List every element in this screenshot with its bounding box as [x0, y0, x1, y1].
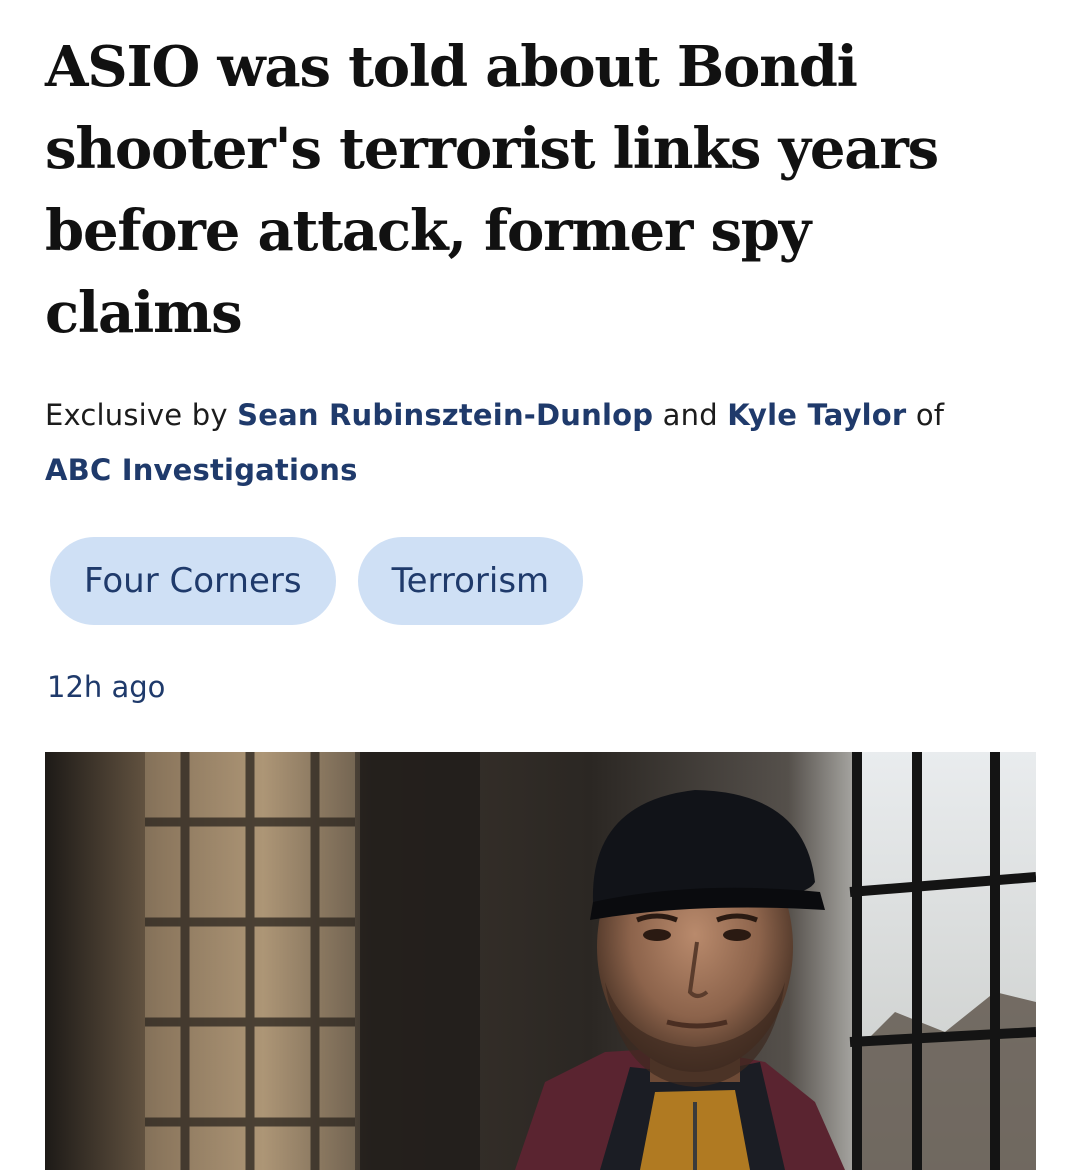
hero-image[interactable]: [45, 752, 1036, 1170]
tag-terrorism[interactable]: Terrorism: [357, 537, 584, 625]
byline-prefix: Exclusive by: [45, 398, 238, 432]
hero-photo-illustration: [45, 752, 1036, 1170]
author-link-sean[interactable]: Sean Rubinsztein-Dunlop: [237, 398, 653, 432]
topic-tags: Four Corners Terrorism: [50, 537, 584, 625]
byline-conjunction: and: [653, 398, 728, 432]
tag-four-corners[interactable]: Four Corners: [50, 537, 336, 625]
article-headline: ASIO was told about Bondi shooter's terr…: [45, 34, 939, 346]
byline: Exclusive by Sean Rubinsztein-Dunlop and…: [45, 388, 1035, 498]
author-link-kyle[interactable]: Kyle Taylor: [727, 398, 906, 432]
organisation-link[interactable]: ABC Investigations: [45, 453, 358, 487]
byline-of: of: [906, 398, 945, 432]
published-timestamp: 12h ago: [47, 670, 166, 704]
